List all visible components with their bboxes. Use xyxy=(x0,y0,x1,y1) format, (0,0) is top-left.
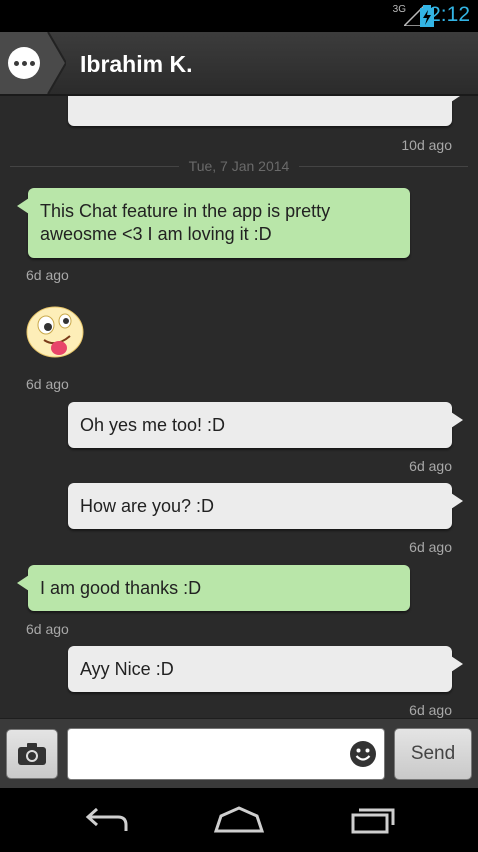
message-bubble-outgoing[interactable]: Ayy Nice :D xyxy=(68,646,463,692)
message-timestamp: 6d ago xyxy=(26,621,69,637)
home-icon xyxy=(213,806,265,833)
message-bubble-outgoing[interactable]: How are you? :D xyxy=(68,483,463,529)
message-bubble-outgoing[interactable]: Oh yes me too! :D xyxy=(68,402,463,448)
contact-name: Ibrahim K. xyxy=(80,51,193,77)
message-text: Oh yes me too! :D xyxy=(80,414,226,435)
tongue-out-emoji-icon[interactable] xyxy=(26,306,84,358)
message-input[interactable] xyxy=(67,728,385,780)
message-timestamp: 10d ago xyxy=(401,137,452,153)
message-timestamp: 6d ago xyxy=(26,376,69,392)
back-arrow-icon xyxy=(85,807,128,831)
smiley-icon[interactable] xyxy=(349,740,377,768)
camera-button[interactable] xyxy=(6,729,58,779)
message-bubble-incoming[interactable]: This Chat feature in the app is pretty a… xyxy=(17,188,410,258)
message-text: This Chat feature in the app is pretty a… xyxy=(40,201,331,244)
nav-back-button[interactable] xyxy=(76,800,136,840)
camera-icon xyxy=(18,743,46,765)
clock: 2:12 xyxy=(429,3,470,26)
nav-home-button[interactable] xyxy=(209,800,269,840)
composer-bar: Send xyxy=(0,718,478,789)
more-dots-icon[interactable] xyxy=(8,47,40,79)
message-timestamp: 6d ago xyxy=(409,539,452,555)
message-bubble-incoming[interactable]: I am good thanks :D xyxy=(17,565,410,611)
message-timestamp: 6d ago xyxy=(409,458,452,474)
message-list[interactable]: 10d ago Tue, 7 Jan 2014 This Chat featur… xyxy=(0,96,478,718)
message-text: I am good thanks :D xyxy=(40,577,202,598)
status-bar: 3G 2:12 xyxy=(0,0,478,32)
send-button[interactable]: Send xyxy=(394,728,472,780)
system-nav-bar xyxy=(0,788,478,852)
app-bar: Ibrahim K. xyxy=(0,32,478,96)
recent-apps-icon xyxy=(351,808,395,834)
date-divider: Tue, 7 Jan 2014 xyxy=(0,158,478,176)
message-bubble-outgoing[interactable] xyxy=(68,96,463,126)
message-text: How are you? :D xyxy=(80,495,215,516)
nav-recents-button[interactable] xyxy=(344,800,404,840)
message-timestamp: 6d ago xyxy=(409,702,452,718)
message-text: Ayy Nice :D xyxy=(80,658,174,679)
date-divider-label: Tue, 7 Jan 2014 xyxy=(178,158,300,174)
message-timestamp: 6d ago xyxy=(26,267,69,283)
